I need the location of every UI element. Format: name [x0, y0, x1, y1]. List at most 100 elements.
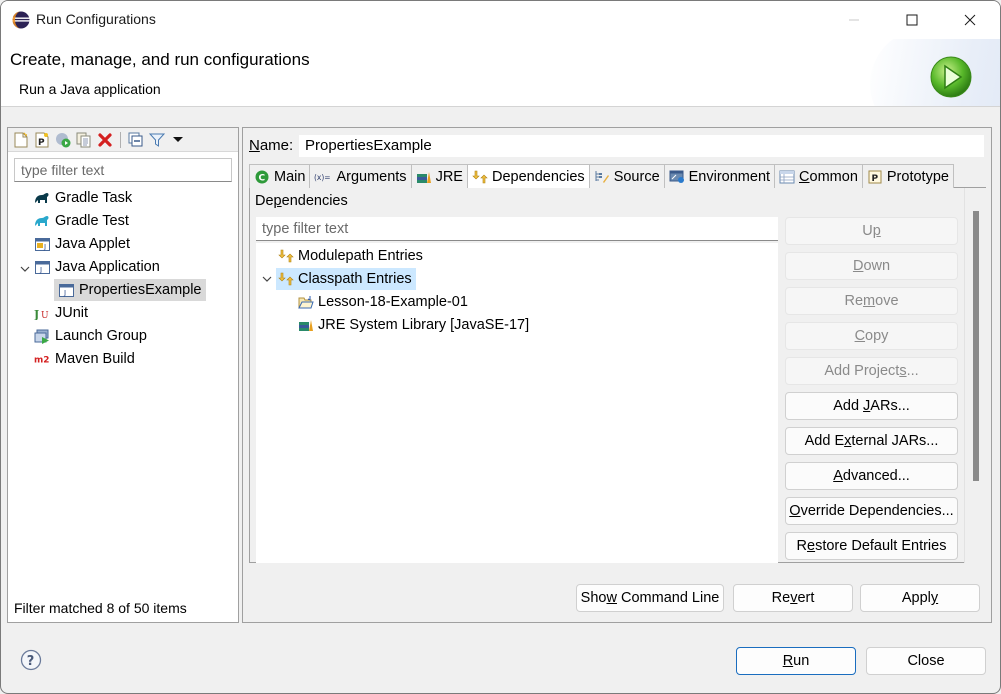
tree-item-gradle-test[interactable]: Gradle Test — [34, 210, 129, 232]
tab-dependencies[interactable]: Dependencies — [466, 164, 590, 189]
minimize-button[interactable] — [831, 1, 877, 39]
project-folder-icon — [298, 294, 314, 310]
new-prototype-icon[interactable]: P — [34, 132, 50, 148]
run-button[interactable]: Run — [736, 647, 856, 675]
filter-status: Filter matched 8 of 50 items — [14, 600, 187, 616]
dep-item-jre-library[interactable]: JRE System Library [JavaSE-17] — [298, 314, 529, 336]
dropdown-icon[interactable] — [170, 132, 186, 148]
maximize-button[interactable] — [889, 1, 935, 39]
tree-item-label: Java Applet — [55, 236, 130, 252]
remove-button[interactable]: Remove — [785, 287, 958, 315]
add-external-jars-button[interactable]: Add External JARs... — [785, 427, 958, 455]
tab-label: Main — [274, 168, 306, 185]
override-dependencies-button[interactable]: Override Dependencies... — [785, 497, 958, 525]
gradle-test-icon — [34, 213, 50, 229]
svg-text:C: C — [259, 173, 266, 183]
dependencies-tab-content: Dependencies type filter text Modulepath… — [249, 188, 986, 563]
tab-label: Source — [613, 168, 660, 185]
tab-common[interactable]: Common — [774, 164, 863, 188]
environment-icon — [669, 169, 685, 185]
tree-item-junit[interactable]: JU JUnit — [34, 302, 88, 324]
dep-item-modulepath-entries[interactable]: Modulepath Entries — [278, 245, 423, 267]
tree-item-properties-example[interactable]: J PropertiesExample — [54, 279, 206, 301]
run-icon — [930, 56, 972, 98]
vertical-scrollbar[interactable] — [964, 188, 986, 563]
tab-source[interactable]: Source — [588, 164, 665, 188]
filter-icon[interactable] — [149, 132, 165, 148]
toolbar-separator — [120, 131, 121, 148]
tree-item-label: JUnit — [55, 305, 89, 321]
duplicate-icon[interactable] — [76, 132, 92, 148]
configuration-tabs: C Main (x)= Arguments JRE Dependencies S… — [249, 164, 986, 189]
close-button[interactable]: Close — [866, 647, 986, 675]
tree-item-label: Gradle Task — [55, 190, 133, 206]
export-icon[interactable] — [55, 132, 71, 148]
dep-item-label: JRE System Library [JavaSE-17] — [318, 317, 530, 333]
tree-item-gradle-task[interactable]: Gradle Task — [34, 187, 132, 209]
tab-label: Prototype — [886, 168, 949, 185]
revert-button[interactable]: Revert — [733, 584, 853, 612]
tab-label: Common — [799, 168, 858, 185]
arguments-icon: (x)= — [314, 169, 332, 185]
java-applet-icon: J — [34, 236, 50, 252]
tree-item-label: PropertiesExample — [79, 282, 202, 298]
copy-button[interactable]: Copy — [785, 322, 958, 350]
banner-subtitle: Run a Java application — [19, 81, 161, 97]
tab-arguments[interactable]: (x)= Arguments — [309, 164, 412, 188]
title-bar: Run Configurations — [1, 1, 1000, 39]
tab-label: JRE — [435, 168, 463, 185]
java-application-icon: J — [34, 259, 50, 275]
svg-text:J: J — [39, 266, 42, 274]
minimize-icon — [849, 19, 859, 21]
window-title: Run Configurations — [36, 11, 156, 27]
svg-text:U: U — [41, 311, 49, 320]
delete-icon[interactable] — [97, 132, 113, 148]
dependencies-filter-input[interactable]: type filter text — [256, 217, 778, 241]
svg-text:P: P — [871, 174, 878, 184]
chevron-down-icon[interactable] — [20, 264, 30, 274]
add-projects-button[interactable]: Add Projects... — [785, 357, 958, 385]
gradle-task-icon — [34, 190, 50, 206]
eclipse-icon — [12, 11, 30, 29]
tab-environment[interactable]: Environment — [663, 164, 776, 188]
dependencies-icon — [472, 169, 488, 185]
library-icon — [298, 317, 314, 333]
tab-prototype[interactable]: P Prototype — [861, 164, 954, 188]
modulepath-icon — [278, 248, 294, 264]
help-icon[interactable]: ? — [20, 649, 42, 671]
chevron-down-icon[interactable] — [262, 274, 272, 284]
java-application-icon: J — [58, 282, 74, 298]
banner-title: Create, manage, and run configurations — [10, 50, 310, 69]
collapse-icon[interactable] — [128, 132, 144, 148]
dep-item-label: Modulepath Entries — [298, 248, 423, 264]
tree-item-launch-group[interactable]: Launch Group — [34, 325, 147, 347]
tree-item-label: Gradle Test — [55, 213, 129, 229]
apply-button[interactable]: Apply — [860, 584, 980, 612]
dep-item-project[interactable]: Lesson-18-Example-01 — [298, 291, 468, 313]
advanced-button[interactable]: Advanced... — [785, 462, 958, 490]
tree-item-java-application[interactable]: J Java Application — [34, 256, 160, 278]
close-window-button[interactable] — [947, 1, 993, 39]
tree-item-maven-build[interactable]: m2 Maven Build — [34, 348, 135, 370]
show-command-line-button[interactable]: Show Command Line — [576, 584, 724, 612]
scrollbar-thumb[interactable] — [973, 211, 979, 481]
close-icon — [964, 14, 976, 26]
up-button[interactable]: Up — [785, 217, 958, 245]
tab-jre[interactable]: JRE — [410, 164, 468, 188]
tree-item-label: Maven Build — [55, 351, 135, 367]
dep-item-classpath-entries[interactable]: Classpath Entries — [276, 268, 416, 290]
jre-icon — [416, 169, 432, 185]
add-jars-button[interactable]: Add JARs... — [785, 392, 958, 420]
svg-text:m2: m2 — [34, 356, 49, 365]
tree-item-java-applet[interactable]: J Java Applet — [34, 233, 130, 255]
configuration-name-input[interactable]: PropertiesExample — [298, 134, 985, 158]
svg-text:J: J — [43, 243, 46, 251]
tab-label: Arguments — [336, 168, 407, 185]
restore-default-entries-button[interactable]: Restore Default Entries — [785, 532, 958, 560]
dep-item-label: Lesson-18-Example-01 — [318, 294, 468, 310]
down-button[interactable]: Down — [785, 252, 958, 280]
new-file-icon[interactable] — [13, 131, 29, 148]
tab-main[interactable]: C Main — [249, 164, 311, 188]
configuration-filter-input[interactable]: type filter text — [14, 158, 232, 182]
junit-icon: JU — [34, 305, 50, 321]
